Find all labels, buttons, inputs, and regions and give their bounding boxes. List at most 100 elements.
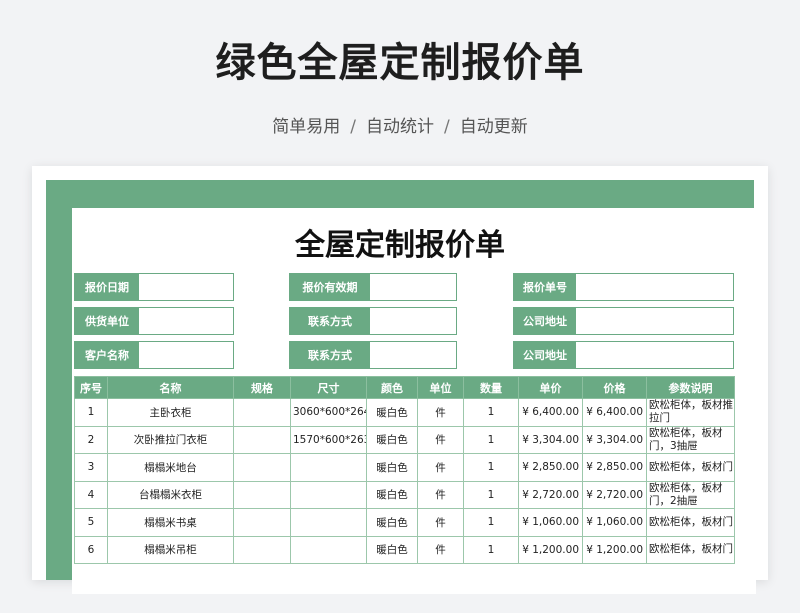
cell-index[interactable]: 2 [74,425,108,454]
cell-name[interactable]: 主卧衣柜 [107,398,234,427]
header-spec: 规格 [233,376,291,399]
cell-spec[interactable] [233,508,291,537]
cell-unit-price[interactable]: ¥ 1,200.00 [518,535,583,564]
cell-quantity[interactable]: 1 [463,398,519,427]
header-index: 序号 [74,376,108,399]
field-value[interactable] [370,308,456,334]
cell-price[interactable]: ¥ 1,060.00 [582,508,647,537]
cell-spec[interactable] [233,398,291,427]
cell-notes[interactable]: 欧松柜体，板材推拉门 [646,398,735,427]
cell-quantity[interactable]: 1 [463,480,519,509]
header-unit-price: 单价 [518,376,583,399]
field-quote-validity[interactable]: 报价有效期 [289,273,457,301]
table-row: 6 榻榻米吊柜 暖白色 件 1 ¥ 1,200.00 ¥ 1,200.00 欧松… [74,535,735,564]
field-supplier[interactable]: 供货单位 [74,307,234,335]
field-customer-name[interactable]: 客户名称 [74,341,234,369]
cell-notes[interactable]: 欧松柜体，板材门 [646,453,735,482]
cell-size[interactable] [290,535,367,564]
cell-notes[interactable]: 欧松柜体，板材门 [646,508,735,537]
cell-quantity[interactable]: 1 [463,508,519,537]
field-value[interactable] [139,308,233,334]
cell-notes[interactable]: 欧松柜体，板材门，2抽屉 [646,480,735,509]
cell-name[interactable]: 榻榻米书桌 [107,508,234,537]
subtitle-separator: / [350,117,356,137]
cell-color[interactable]: 暖白色 [366,453,418,482]
field-value[interactable] [576,342,733,368]
field-supplier-contact[interactable]: 联系方式 [289,307,457,335]
cell-unit[interactable]: 件 [417,480,464,509]
cell-name[interactable]: 次卧推拉门衣柜 [107,425,234,454]
cell-unit-price[interactable]: ¥ 1,060.00 [518,508,583,537]
cell-quantity[interactable]: 1 [463,453,519,482]
cell-index[interactable]: 5 [74,508,108,537]
table-header-row: 序号 名称 规格 尺寸 颜色 单位 数量 单价 价格 参数说明 [74,376,735,399]
subtitle-part-auto-update: 自动更新 [459,117,528,137]
cell-unit-price[interactable]: ¥ 2,720.00 [518,480,583,509]
subtitle-part-auto-stat: 自动统计 [366,117,434,137]
field-label: 公司地址 [514,308,576,334]
cell-size[interactable]: 3060*600*2640 [290,398,367,427]
cell-notes[interactable]: 欧松柜体，板材门 [646,535,735,564]
cell-name[interactable]: 榻榻米吊柜 [107,535,234,564]
field-value[interactable] [370,342,456,368]
cell-notes[interactable]: 欧松柜体，板材门，3抽屉 [646,425,735,454]
cell-unit[interactable]: 件 [417,535,464,564]
field-value[interactable] [139,342,233,368]
cell-color[interactable]: 暖白色 [366,535,418,564]
cell-spec[interactable] [233,453,291,482]
cell-size[interactable] [290,453,367,482]
cell-spec[interactable] [233,480,291,509]
cell-size[interactable] [290,480,367,509]
subtitle-separator: / [444,117,450,137]
cell-index[interactable]: 1 [74,398,108,427]
field-label: 客户名称 [75,342,139,368]
cell-quantity[interactable]: 1 [463,535,519,564]
sheet-title: 全屋定制报价单 [295,228,505,263]
field-label: 报价日期 [75,274,139,300]
field-customer-contact[interactable]: 联系方式 [289,341,457,369]
field-label: 联系方式 [290,308,370,334]
field-value[interactable] [576,308,733,334]
field-quote-number[interactable]: 报价单号 [513,273,734,301]
cell-color[interactable]: 暖白色 [366,425,418,454]
cell-index[interactable]: 6 [74,535,108,564]
cell-price[interactable]: ¥ 2,720.00 [582,480,647,509]
cell-index[interactable]: 3 [74,453,108,482]
cell-spec[interactable] [233,535,291,564]
field-value[interactable] [139,274,233,300]
page-title: 绿色全屋定制报价单 [215,40,585,86]
cell-name[interactable]: 榻榻米地台 [107,453,234,482]
cell-price[interactable]: ¥ 2,850.00 [582,453,647,482]
cell-color[interactable]: 暖白色 [366,508,418,537]
cell-quantity[interactable]: 1 [463,425,519,454]
cell-price[interactable]: ¥ 3,304.00 [582,425,647,454]
cell-unit[interactable]: 件 [417,425,464,454]
field-value[interactable] [576,274,733,300]
cell-color[interactable]: 暖白色 [366,398,418,427]
field-supplier-address[interactable]: 公司地址 [513,307,734,335]
field-value[interactable] [370,274,456,300]
cell-color[interactable]: 暖白色 [366,480,418,509]
cell-unit-price[interactable]: ¥ 2,850.00 [518,453,583,482]
table-row: 2 次卧推拉门衣柜 1570*600*2635 暖白色 件 1 ¥ 3,304.… [74,425,735,454]
table-row: 4 台榻榻米衣柜 暖白色 件 1 ¥ 2,720.00 ¥ 2,720.00 欧… [74,480,735,509]
cell-price[interactable]: ¥ 6,400.00 [582,398,647,427]
header-unit: 单位 [417,376,464,399]
field-label: 联系方式 [290,342,370,368]
header-name: 名称 [107,376,234,399]
cell-unit[interactable]: 件 [417,508,464,537]
field-customer-address[interactable]: 公司地址 [513,341,734,369]
cell-unit[interactable]: 件 [417,398,464,427]
cell-name[interactable]: 台榻榻米衣柜 [107,480,234,509]
cell-size[interactable]: 1570*600*2635 [290,425,367,454]
header-size: 尺寸 [290,376,367,399]
cell-spec[interactable] [233,425,291,454]
cell-size[interactable] [290,508,367,537]
field-quote-date[interactable]: 报价日期 [74,273,234,301]
cell-unit-price[interactable]: ¥ 6,400.00 [518,398,583,427]
cell-unit[interactable]: 件 [417,453,464,482]
subtitle-part-easy: 简单易用 [272,117,341,137]
cell-index[interactable]: 4 [74,480,108,509]
cell-price[interactable]: ¥ 1,200.00 [582,535,647,564]
cell-unit-price[interactable]: ¥ 3,304.00 [518,425,583,454]
